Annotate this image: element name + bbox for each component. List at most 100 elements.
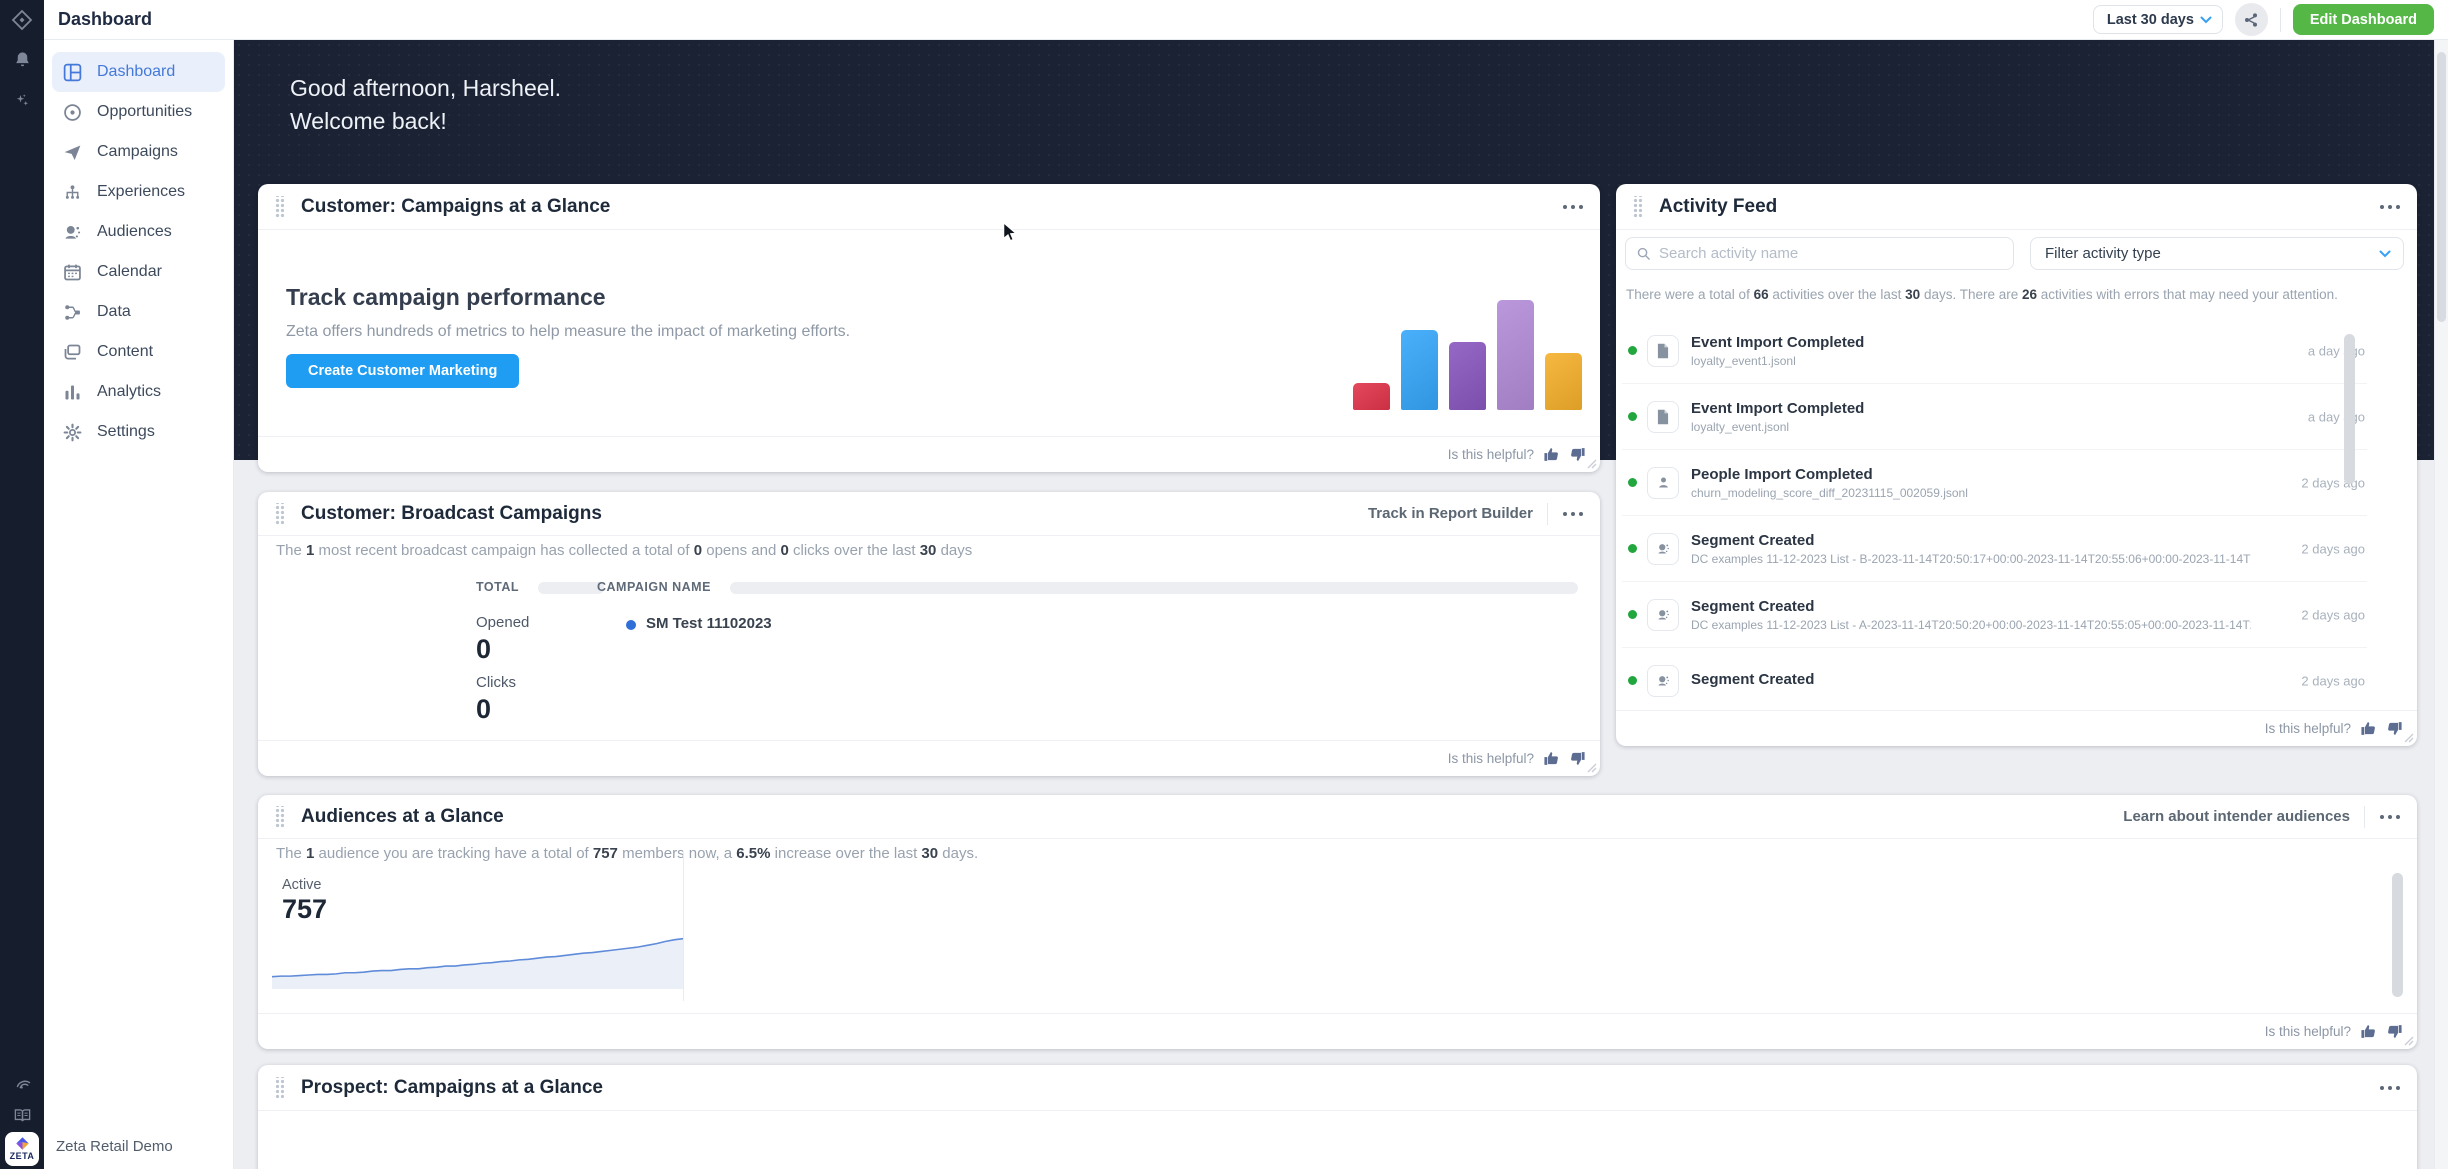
bar-illustration bbox=[1353, 300, 1582, 410]
sidebar-item-calendar[interactable]: Calendar bbox=[52, 252, 225, 292]
helpful-label: Is this helpful? bbox=[1448, 751, 1534, 766]
card-menu-button[interactable] bbox=[1562, 511, 1584, 517]
card-title: Activity Feed bbox=[1659, 196, 1777, 218]
segment-icon bbox=[1647, 665, 1679, 697]
card-title: Customer: Broadcast Campaigns bbox=[301, 503, 602, 525]
thumbs-up-icon[interactable] bbox=[2360, 1023, 2377, 1040]
divider bbox=[2280, 8, 2281, 32]
docs-book-icon[interactable] bbox=[0, 1106, 44, 1125]
card-footer: Is this helpful? bbox=[258, 1013, 2417, 1049]
edit-dashboard-button[interactable]: Edit Dashboard bbox=[2293, 4, 2434, 35]
signal-icon[interactable] bbox=[0, 1072, 44, 1091]
thumbs-down-icon[interactable] bbox=[1569, 750, 1586, 767]
chevron-down-icon bbox=[2379, 250, 2391, 258]
share-button[interactable] bbox=[2235, 3, 2268, 36]
card-broadcast-campaigns: Customer: Broadcast Campaigns Track in R… bbox=[258, 492, 1600, 776]
activity-time: 2 days ago bbox=[2301, 475, 2365, 490]
sidebar-item-dashboard[interactable]: Dashboard bbox=[52, 52, 225, 92]
helpful-label: Is this helpful? bbox=[1448, 447, 1534, 462]
helpful-label: Is this helpful? bbox=[2265, 721, 2351, 736]
drag-handle-icon[interactable] bbox=[274, 806, 284, 828]
ellipsis-icon bbox=[2379, 814, 2401, 820]
activity-summary: There were a total of 66 activities over… bbox=[1626, 287, 2388, 302]
card-title: Prospect: Campaigns at a Glance bbox=[301, 1077, 603, 1099]
zeta-logo-text: ZETA bbox=[10, 1151, 35, 1161]
thumbs-up-icon[interactable] bbox=[1543, 446, 1560, 463]
activity-row[interactable]: Segment Created 2 days ago bbox=[1622, 648, 2367, 710]
resize-handle-icon[interactable] bbox=[2402, 1034, 2414, 1046]
card-menu-button[interactable] bbox=[2379, 204, 2401, 210]
sidebar-item-label: Dashboard bbox=[97, 63, 175, 81]
thumbs-down-icon[interactable] bbox=[2386, 720, 2403, 737]
sidebar-item-analytics[interactable]: Analytics bbox=[52, 372, 225, 412]
sparkles-icon[interactable] bbox=[0, 92, 44, 110]
card-scrollbar-thumb[interactable] bbox=[2392, 873, 2403, 997]
sidebar-item-experiences[interactable]: Experiences bbox=[52, 172, 225, 212]
drag-handle-icon[interactable] bbox=[274, 503, 284, 525]
activity-row[interactable]: Event Import Completedloyalty_event.json… bbox=[1622, 384, 2367, 450]
status-dot bbox=[1628, 676, 1637, 685]
ellipsis-icon bbox=[2379, 204, 2401, 210]
chevron-down-icon bbox=[2200, 16, 2212, 24]
sidebar-item-opportunities[interactable]: Opportunities bbox=[52, 92, 225, 132]
card-menu-button[interactable] bbox=[2379, 814, 2401, 820]
card-menu-button[interactable] bbox=[1562, 204, 1584, 210]
ellipsis-icon bbox=[2379, 1085, 2401, 1091]
notifications-bell-icon[interactable] bbox=[0, 50, 44, 69]
search-input[interactable] bbox=[1659, 245, 2003, 262]
activity-row[interactable]: Event Import Completedloyalty_event1.jso… bbox=[1622, 318, 2367, 384]
sidebar-item-label: Settings bbox=[97, 423, 155, 441]
sidebar-item-campaigns[interactable]: Campaigns bbox=[52, 132, 225, 172]
campaign-legend-label: SM Test 11102023 bbox=[646, 615, 772, 632]
sidebar-item-data[interactable]: Data bbox=[52, 292, 225, 332]
sidebar-item-label: Experiences bbox=[97, 183, 185, 201]
promo-body: Zeta offers hundreds of metrics to help … bbox=[286, 323, 850, 341]
drag-handle-icon[interactable] bbox=[274, 196, 284, 218]
thumbs-up-icon[interactable] bbox=[2360, 720, 2377, 737]
activity-time: a day ago bbox=[2308, 343, 2365, 358]
top-bar: Dashboard Last 30 days Edit Dashboard bbox=[44, 0, 2448, 40]
active-label: Active bbox=[282, 877, 322, 893]
sidebar-item-label: Audiences bbox=[97, 223, 172, 241]
greeting: Good afternoon, Harsheel. Welcome back! bbox=[290, 72, 561, 138]
sidebar-item-audiences[interactable]: Audiences bbox=[52, 212, 225, 252]
resize-handle-icon[interactable] bbox=[1585, 457, 1597, 469]
thumbs-up-icon[interactable] bbox=[1543, 750, 1560, 767]
date-range-select[interactable]: Last 30 days bbox=[2093, 5, 2223, 34]
track-in-report-builder-link[interactable]: Track in Report Builder bbox=[1368, 505, 1533, 522]
create-customer-marketing-button[interactable]: Create Customer Marketing bbox=[286, 354, 519, 388]
sidebar-item-label: Analytics bbox=[97, 383, 161, 401]
thumbs-down-icon[interactable] bbox=[1569, 446, 1586, 463]
activity-time: 2 days ago bbox=[2301, 607, 2365, 622]
zeta-logo[interactable]: ZETA bbox=[5, 1132, 39, 1166]
sidebar-item-content[interactable]: Content bbox=[52, 332, 225, 372]
activity-search bbox=[1625, 237, 2014, 270]
page-scrollbar[interactable] bbox=[2434, 40, 2448, 1169]
sidebar-item-settings[interactable]: Settings bbox=[52, 412, 225, 452]
audience-icon bbox=[62, 222, 83, 243]
resize-handle-icon[interactable] bbox=[2402, 731, 2414, 743]
card-activity-feed: Activity Feed Filter activity type There… bbox=[1616, 184, 2417, 746]
activity-row[interactable]: People Import Completedchurn_modeling_sc… bbox=[1622, 450, 2367, 516]
header-rule bbox=[538, 582, 604, 594]
activity-type-filter[interactable]: Filter activity type bbox=[2030, 237, 2404, 270]
drag-handle-icon[interactable] bbox=[274, 1077, 284, 1099]
divider bbox=[683, 851, 684, 1001]
learn-about-intender-audiences-link[interactable]: Learn about intender audiences bbox=[2123, 808, 2350, 825]
activity-time: a day ago bbox=[2308, 409, 2365, 424]
thumbs-down-icon[interactable] bbox=[2386, 1023, 2403, 1040]
page-scrollbar-thumb[interactable] bbox=[2437, 52, 2446, 322]
zeta-mark-icon[interactable] bbox=[0, 8, 44, 32]
activity-row[interactable]: Segment CreatedDC examples 11-12-2023 Li… bbox=[1622, 582, 2367, 648]
calendar-icon bbox=[62, 262, 83, 283]
activity-row[interactable]: Segment CreatedDC examples 11-12-2023 Li… bbox=[1622, 516, 2367, 582]
zeta-diamond-icon bbox=[15, 1137, 30, 1150]
list-scrollbar-thumb[interactable] bbox=[2344, 334, 2355, 484]
broadcast-summary: The 1 most recent broadcast campaign has… bbox=[276, 542, 972, 559]
drag-handle-icon[interactable] bbox=[1632, 196, 1642, 218]
sidebar: Dashboard Opportunities Campaigns Experi… bbox=[44, 40, 234, 1169]
sidebar-item-label: Opportunities bbox=[97, 103, 192, 121]
resize-handle-icon[interactable] bbox=[1585, 761, 1597, 773]
card-menu-button[interactable] bbox=[2379, 1085, 2401, 1091]
person-icon bbox=[1647, 467, 1679, 499]
